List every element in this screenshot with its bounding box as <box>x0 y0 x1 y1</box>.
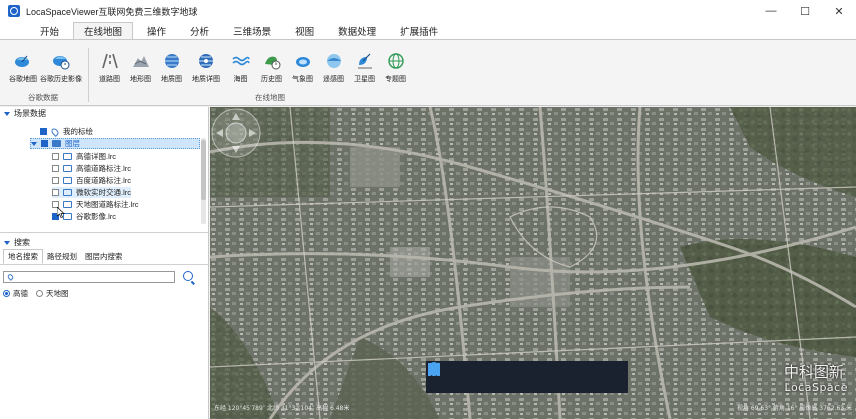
search-header[interactable]: 搜索 <box>0 236 208 249</box>
tab-analysis[interactable]: 分析 <box>180 22 219 39</box>
group-label-online: 在线地图 <box>255 93 285 102</box>
tab-layer-search[interactable]: 图层内搜索 <box>81 249 127 264</box>
terrain-map-button[interactable]: 地形图 <box>125 52 156 84</box>
checkbox[interactable] <box>41 140 48 147</box>
history-icon <box>263 52 281 70</box>
map-viewport[interactable]: 中科图新 LocaSpace 东经 120°45′789″ 北纬 31°32′1… <box>210 107 856 419</box>
search-box <box>3 271 175 283</box>
checkbox[interactable] <box>52 177 59 184</box>
minimize-button[interactable]: — <box>754 0 788 22</box>
search-icon[interactable] <box>183 271 193 281</box>
collapse-icon <box>4 240 10 245</box>
thematic-map-button[interactable]: 专题图 <box>380 52 411 84</box>
geology-detail-icon <box>197 52 215 70</box>
window-title: LocaSpaceViewer互联网免费三维数字地球 <box>26 6 198 17</box>
google-history-button[interactable]: 谷歌历史影像 <box>40 52 82 84</box>
monitor-icon <box>63 189 72 196</box>
select-tool-button[interactable] <box>430 363 490 386</box>
search-input[interactable] <box>18 272 168 282</box>
coordinate-readout: 东经 120°45′789″ 北纬 31°32′104″ 高程 6.48米 <box>214 405 350 412</box>
ribbon-group-online: 道路图 地形图 地质图 地质详图 海图 历史图 气象图 遥感图 卫星图 专题图 … <box>92 40 448 106</box>
tree-item-my-marks[interactable]: 我的标绘 <box>40 126 93 137</box>
tree-item-layers-folder[interactable]: 图层 <box>30 138 200 149</box>
scene-data-header[interactable]: 场景数据 <box>0 107 208 120</box>
pin-icon <box>6 273 15 281</box>
terrain-icon <box>132 52 150 70</box>
weather-map-button[interactable]: 气象图 <box>287 52 318 84</box>
mouse-cursor-icon <box>57 207 65 218</box>
tab-view[interactable]: 视图 <box>285 22 324 39</box>
weather-icon <box>294 52 312 70</box>
tab-operation[interactable]: 操作 <box>137 22 176 39</box>
close-button[interactable]: ✕ <box>822 0 856 22</box>
maximize-button[interactable]: ☐ <box>788 0 822 22</box>
checkbox[interactable] <box>40 128 47 135</box>
history-map-button[interactable]: 历史图 <box>256 52 287 84</box>
bar-chart-icon <box>428 364 440 376</box>
satellite-map-button[interactable]: 卫星图 <box>349 52 380 84</box>
tab-data-processing[interactable]: 数据处理 <box>328 22 386 39</box>
road-icon <box>101 52 119 70</box>
tab-place-search[interactable]: 地名搜索 <box>3 249 43 264</box>
place-mark-button[interactable] <box>429 362 521 386</box>
view-status-readout: 视角 69.63° 俯角 16° 影像高 3762.63 米 <box>736 405 852 412</box>
geology-icon <box>163 52 181 70</box>
map-toolbar <box>426 361 628 393</box>
search-source-options: 高德 天地图 <box>0 287 208 299</box>
tree-item-layer[interactable]: 高德道路标注.lrc <box>52 163 131 174</box>
monitor-icon <box>63 177 72 184</box>
ribbon-group-google: 谷歌地图 谷歌历史影像 谷歌数据 <box>4 40 82 106</box>
menu-bar: 开始 在线地图 操作 分析 三维场景 视图 数据处理 扩展插件 <box>0 22 856 40</box>
search-row <box>0 269 208 287</box>
brand-watermark-en: LocaSpace <box>784 381 848 394</box>
tree-item-layer[interactable]: 微软实时交通.lrc <box>52 187 131 198</box>
google-map-button[interactable]: 谷歌地图 <box>4 52 42 84</box>
checkbox[interactable] <box>52 189 59 196</box>
pan-tool-button[interactable] <box>428 363 459 386</box>
scene-tree: 我的标绘 图层 高德详图.lrc 高德道路标注.lrc 百度道路标注.lrc 微… <box>0 120 208 233</box>
brand-watermark-cn: 中科图新 <box>783 363 844 381</box>
collapse-icon <box>4 111 10 116</box>
geology-detail-map-button[interactable]: 地质详图 <box>187 52 225 84</box>
pin-icon <box>50 126 60 137</box>
monitor-icon <box>63 153 72 160</box>
title-bar: LocaSpaceViewer互联网免费三维数字地球 — ☐ ✕ <box>0 0 856 22</box>
search-tabs: 地名搜索 路径规划 图层内搜索 <box>0 249 208 265</box>
draw-line-button[interactable] <box>428 362 552 386</box>
group-label-google: 谷歌数据 <box>28 93 58 102</box>
tree-scrollbar[interactable] <box>201 138 206 224</box>
monitor-icon <box>63 165 72 172</box>
history-satellite-icon <box>52 52 70 70</box>
statistics-button[interactable] <box>428 364 614 386</box>
navigation-compass[interactable] <box>210 107 262 159</box>
tab-extensions[interactable]: 扩展插件 <box>390 22 448 39</box>
tab-online-map[interactable]: 在线地图 <box>73 22 134 39</box>
radio-gaode[interactable] <box>3 289 10 297</box>
sea-map-button[interactable]: 海图 <box>225 52 256 84</box>
draw-area-button[interactable] <box>428 363 583 386</box>
tree-item-layer[interactable]: 高德详图.lrc <box>52 151 116 162</box>
satellite-icon <box>356 52 374 70</box>
sea-icon <box>232 52 250 70</box>
globe-icon <box>387 52 405 70</box>
remote-sensing-icon <box>325 52 343 70</box>
road-map-button[interactable]: 道路图 <box>94 52 125 84</box>
window-controls: — ☐ ✕ <box>754 0 856 22</box>
checkbox[interactable] <box>52 153 59 160</box>
tab-start[interactable]: 开始 <box>30 22 69 39</box>
ribbon-separator <box>88 48 89 102</box>
app-logo-icon <box>8 5 20 17</box>
radio-tianditu[interactable] <box>36 289 43 297</box>
geology-map-button[interactable]: 地质图 <box>156 52 187 84</box>
folder-icon <box>52 140 61 147</box>
remote-sensing-map-button[interactable]: 遥感图 <box>318 52 349 84</box>
satellite-dish-icon <box>14 52 32 70</box>
expand-icon[interactable] <box>31 141 37 146</box>
checkbox[interactable] <box>52 165 59 172</box>
ribbon: 谷歌地图 谷歌历史影像 谷歌数据 道路图 地形图 地质图 地质详图 海图 历史图… <box>0 40 856 106</box>
tab-route-planning[interactable]: 路径规划 <box>43 249 81 264</box>
left-panel: 场景数据 我的标绘 图层 高德详图.lrc 高德道路标注.lrc 百度道路标注.… <box>0 107 209 419</box>
tree-item-layer[interactable]: 百度道路标注.lrc <box>52 175 131 186</box>
tab-3d-scene[interactable]: 三维场景 <box>223 22 281 39</box>
